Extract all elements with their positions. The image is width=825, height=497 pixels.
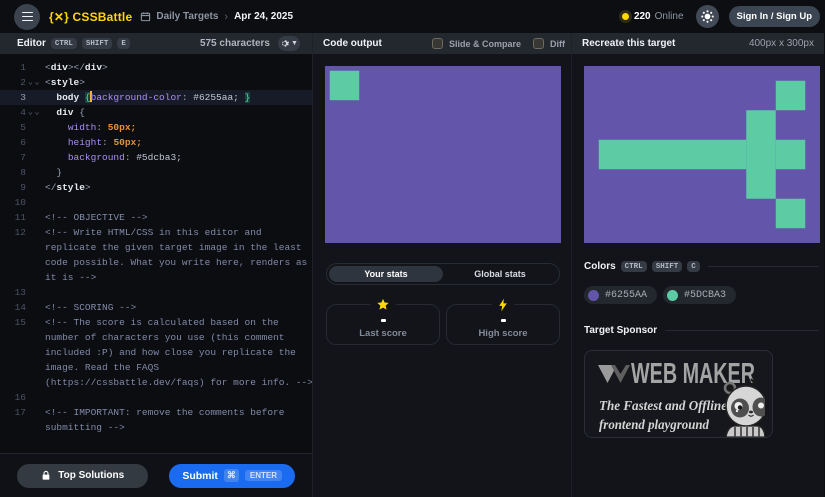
svg-text:WEB MAKER: WEB MAKER	[631, 358, 755, 390]
svg-text:frontend playground: frontend playground	[599, 418, 710, 433]
svg-text:The Fastest and Offline: The Fastest and Offline	[599, 399, 727, 414]
